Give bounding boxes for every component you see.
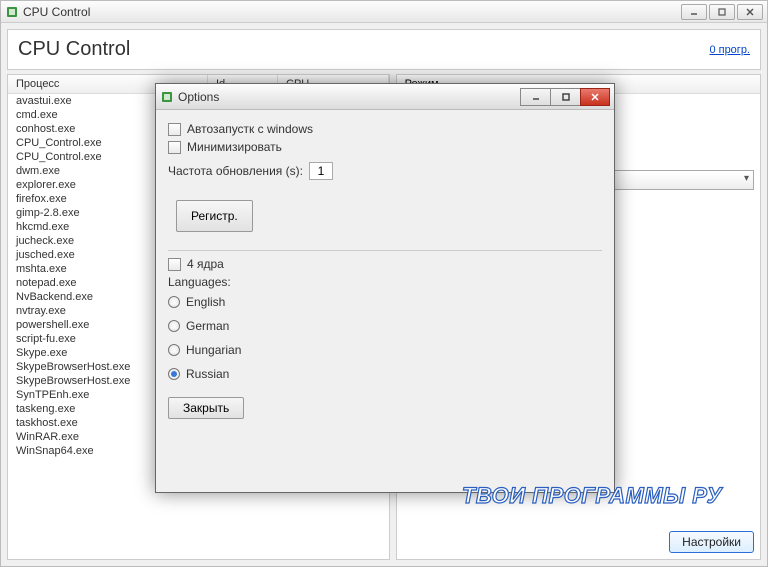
dialog-body: Автозапустк с windows Минимизировать Час…: [156, 110, 614, 492]
language-label: German: [186, 319, 229, 333]
options-dialog: Options Автозапустк с windows Минимизиро…: [155, 83, 615, 493]
dialog-window-controls: [520, 88, 610, 106]
maximize-button[interactable]: [709, 4, 735, 20]
minimize-label: Минимизировать: [187, 140, 282, 154]
close-button[interactable]: [737, 4, 763, 20]
header-area: CPU Control 0 прогр.: [7, 29, 761, 70]
register-button[interactable]: Регистр.: [176, 200, 253, 232]
divider: [168, 250, 602, 251]
language-option[interactable]: English: [168, 295, 602, 309]
dialog-app-icon: [160, 90, 174, 104]
autostart-row[interactable]: Автозапустк с windows: [168, 122, 602, 136]
radio-icon[interactable]: [168, 320, 180, 332]
four-cores-row[interactable]: 4 ядра: [168, 257, 602, 271]
radio-icon[interactable]: [168, 296, 180, 308]
bottom-bar: Настройки: [397, 525, 760, 559]
language-option[interactable]: German: [168, 319, 602, 333]
dialog-close-action-button[interactable]: Закрыть: [168, 397, 244, 419]
dialog-close-button[interactable]: [580, 88, 610, 106]
main-window-controls: [681, 4, 763, 20]
frequency-input[interactable]: [309, 162, 333, 180]
minimize-row[interactable]: Минимизировать: [168, 140, 602, 154]
radio-icon[interactable]: [168, 368, 180, 380]
radio-icon[interactable]: [168, 344, 180, 356]
frequency-label: Частота обновления (s):: [168, 164, 303, 178]
dialog-titlebar[interactable]: Options: [156, 84, 614, 110]
language-label: English: [186, 295, 225, 309]
frequency-row: Частота обновления (s):: [168, 162, 602, 180]
language-label: Hungarian: [186, 343, 241, 357]
language-option[interactable]: Hungarian: [168, 343, 602, 357]
settings-button[interactable]: Настройки: [669, 531, 754, 553]
four-cores-checkbox[interactable]: [168, 258, 181, 271]
programs-link[interactable]: 0 прогр.: [709, 44, 750, 56]
languages-label: Languages:: [168, 275, 602, 289]
main-titlebar: CPU Control: [1, 1, 767, 23]
page-title: CPU Control: [18, 38, 130, 61]
language-label: Russian: [186, 367, 229, 381]
language-list: English German Hungarian Russian: [168, 295, 602, 381]
main-window-title: CPU Control: [23, 5, 681, 19]
dialog-maximize-button[interactable]: [550, 88, 580, 106]
dialog-title: Options: [178, 90, 520, 104]
autostart-label: Автозапустк с windows: [187, 122, 313, 136]
autostart-checkbox[interactable]: [168, 123, 181, 136]
minimize-checkbox[interactable]: [168, 141, 181, 154]
four-cores-label: 4 ядра: [187, 257, 224, 271]
minimize-button[interactable]: [681, 4, 707, 20]
app-icon: [5, 5, 19, 19]
language-option[interactable]: Russian: [168, 367, 602, 381]
dialog-minimize-button[interactable]: [520, 88, 550, 106]
